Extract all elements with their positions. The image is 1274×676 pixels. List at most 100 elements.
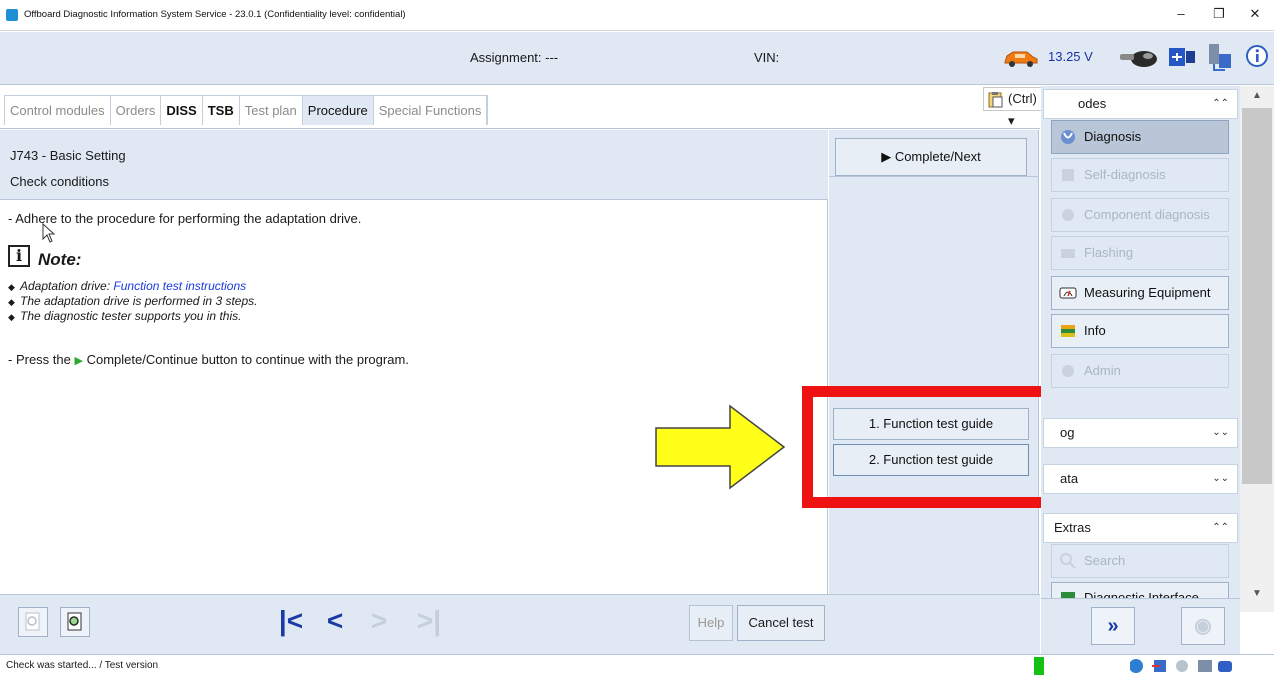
status-indicator <box>1034 657 1044 675</box>
close-button[interactable]: ✕ <box>1242 4 1268 24</box>
mode-measuring-equipment[interactable]: Measuring Equipment <box>1051 276 1229 310</box>
window-titlebar: Offboard Diagnostic Information System S… <box>0 0 1274 31</box>
tab-diss[interactable]: DISS <box>161 96 203 125</box>
press-instruction: - Press the ▶ Complete/Continue button t… <box>8 352 409 367</box>
mode-label: Diagnosis <box>1084 129 1142 144</box>
data-section-header[interactable]: ata ⌄⌄ <box>1043 464 1238 494</box>
scroll-up-icon[interactable]: ▲ <box>1240 86 1274 106</box>
bullet-icon: ◆ <box>8 297 15 307</box>
function-test-instructions-link[interactable]: Function test instructions <box>113 279 246 293</box>
tab-tsb[interactable]: TSB <box>202 96 240 125</box>
mode-label: Component diagnosis <box>1084 207 1210 222</box>
component-icon <box>1062 209 1074 221</box>
sidebar-footer: » ◉ <box>1041 598 1240 654</box>
tab-procedure[interactable]: Procedure <box>302 96 374 125</box>
tab-special-functions[interactable]: Special Functions <box>373 96 488 125</box>
mode-flashing[interactable]: Flashing <box>1051 236 1229 270</box>
complete-next-button[interactable]: ▶ Complete/Next <box>835 138 1027 176</box>
last-page-icon[interactable]: >| <box>414 607 444 637</box>
help-button[interactable]: Help <box>689 605 733 641</box>
mode-self-diagnosis[interactable]: Self-diagnosis <box>1051 158 1229 192</box>
car-icon <box>1004 51 1038 67</box>
red-highlight-box <box>802 386 1068 508</box>
expand-chevron-icon: ⌄⌄ <box>1212 427 1229 438</box>
zoom-in-glyph <box>67 612 82 631</box>
maximize-button[interactable]: ❐ <box>1206 4 1232 24</box>
window-title: Offboard Diagnostic Information System S… <box>24 9 406 20</box>
zoom-out-icon[interactable] <box>18 607 48 637</box>
log-header-label: og <box>1060 425 1075 440</box>
divider <box>829 176 1039 177</box>
tab-row: Control modules Orders DISS TSB Test pla… <box>4 95 489 125</box>
note-title: Note: <box>38 250 82 269</box>
yellow-arrow-annotation <box>655 404 786 490</box>
network-icon <box>1209 44 1231 71</box>
next-page-icon[interactable]: > <box>364 607 394 637</box>
first-page-icon[interactable]: |< <box>276 607 306 637</box>
list-item: ◆ The diagnostic tester supports you in t… <box>8 309 257 324</box>
extras-header-label: Extras <box>1054 520 1091 535</box>
mode-label: Measuring Equipment <box>1084 285 1211 300</box>
sidebar-scrollbar[interactable]: ▲ ▼ <box>1240 86 1274 612</box>
books-icon <box>1061 325 1075 337</box>
action-column: ▶ Complete/Next 1. Function test guide 2… <box>829 130 1039 594</box>
admin-icon <box>1062 365 1074 377</box>
procedure-subtitle: Check conditions <box>10 174 109 189</box>
assignment-label: Assignment: --- <box>470 50 559 65</box>
extras-search[interactable]: Search <box>1051 544 1229 578</box>
minimize-button[interactable]: – <box>1168 4 1194 24</box>
gauge-icon <box>1059 287 1077 299</box>
tab-bar: Control modules Orders DISS TSB Test pla… <box>0 86 1040 129</box>
note-list: ◆ Adaptation drive: Function test instruc… <box>8 279 257 324</box>
tab-orders[interactable]: Orders <box>110 96 162 125</box>
instruction-text: - Adhere to the procedure for performing… <box>8 211 362 226</box>
press-suffix: Complete/Continue button to continue wit… <box>86 352 409 367</box>
modes-section-header[interactable]: odes ⌃⌃ <box>1043 89 1238 119</box>
zoom-out-glyph <box>25 612 40 631</box>
tab-test-plan[interactable]: Test plan <box>239 96 303 125</box>
bullet-text: Adaptation drive: <box>20 279 114 293</box>
collapse-chevron-icon: ⌃⌃ <box>1212 522 1229 533</box>
mode-admin[interactable]: Admin <box>1051 354 1229 388</box>
paste-options-popup[interactable]: (Ctrl) ▾ <box>983 87 1043 128</box>
previous-page-icon[interactable]: < <box>320 607 350 637</box>
data-header-label: ata <box>1060 471 1079 486</box>
forward-icon[interactable]: » <box>1091 607 1135 645</box>
scrollbar-thumb[interactable] <box>1242 108 1272 484</box>
flashing-icon <box>1061 249 1075 258</box>
info-icon[interactable] <box>1245 44 1269 68</box>
self-diagnosis-icon <box>1062 169 1074 181</box>
mode-info[interactable]: Info <box>1051 314 1229 348</box>
app-icon <box>6 9 18 21</box>
log-section-header[interactable]: og ⌄⌄ <box>1043 418 1238 448</box>
info-note-icon: i <box>8 245 30 267</box>
press-prefix: - Press the <box>8 352 71 367</box>
procedure-header: J743 - Basic Setting Check conditions <box>0 130 828 200</box>
status-tray-icons <box>1130 659 1232 673</box>
procedure-body: - Adhere to the procedure for performing… <box>0 201 828 594</box>
extras-section-header[interactable]: Extras ⌃⌃ <box>1043 513 1238 543</box>
header-bar: Assignment: --- VIN: 13.25 V <box>0 32 1274 85</box>
mode-component-diagnosis[interactable]: Component diagnosis <box>1051 198 1229 232</box>
mode-label: Info <box>1084 323 1106 338</box>
zoom-in-icon[interactable] <box>60 607 90 637</box>
disabled-action-icon[interactable]: ◉ <box>1181 607 1225 645</box>
tab-control-modules[interactable]: Control modules <box>5 96 111 125</box>
scroll-down-icon[interactable]: ▼ <box>1240 584 1274 604</box>
bullet-icon: ◆ <box>8 282 15 292</box>
mouse-cursor-icon <box>42 223 56 243</box>
extras-label: Search <box>1084 553 1126 568</box>
usb-connection-icon <box>1169 48 1195 66</box>
cancel-test-button[interactable]: Cancel test <box>737 605 825 641</box>
collapse-chevron-icon: ⌃⌃ <box>1212 98 1229 109</box>
search-icon <box>1060 553 1076 569</box>
bullet-icon: ◆ <box>8 312 15 322</box>
procedure-panel: J743 - Basic Setting Check conditions - … <box>0 130 828 594</box>
clipboard-icon <box>988 92 1003 108</box>
bullet-text: The adaptation drive is performed in 3 s… <box>20 294 258 308</box>
modes-header-label: odes <box>1078 96 1107 111</box>
play-icon: ▶ <box>74 355 83 367</box>
mode-diagnosis[interactable]: Diagnosis <box>1051 120 1229 154</box>
expand-chevron-icon: ⌄⌄ <box>1212 473 1229 484</box>
mode-label: Self-diagnosis <box>1084 167 1166 182</box>
